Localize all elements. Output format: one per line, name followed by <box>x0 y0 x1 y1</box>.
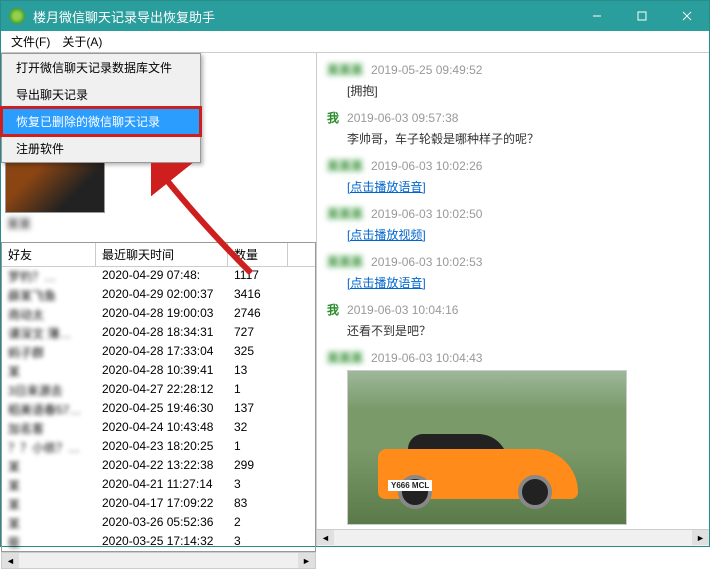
table-row[interactable]: 加名客2020-04-24 10:43:4832 <box>2 419 315 438</box>
table-header: 好友 最近聊天时间 数量 <box>2 243 315 267</box>
message-image[interactable]: Y666 MCL <box>347 370 627 525</box>
message-sender: 某某某 <box>327 253 363 270</box>
media-link[interactable]: [点击播放语音] <box>347 276 426 290</box>
chat-panel[interactable]: 某某某 2019-05-25 09:49:52 [拥抱] 我 2019-06-03 09… <box>317 53 709 546</box>
menu-item-recover-deleted[interactable]: 恢复已删除的微信聊天记录 <box>2 108 200 135</box>
message-sender: 某某某 <box>327 157 363 174</box>
table-row[interactable]: 某2020-04-22 13:22:38299 <box>2 457 315 476</box>
message-time: 2019-06-03 10:02:53 <box>371 255 482 269</box>
table-row[interactable]: 稻美语春57…2020-04-25 19:46:30137 <box>2 400 315 419</box>
table-row[interactable]: 商动太2020-04-28 19:00:032746 <box>2 305 315 324</box>
contact-name-label: 某某 <box>5 213 312 234</box>
table-row[interactable]: 3日来源去2020-04-27 22:28:121 <box>2 381 315 400</box>
message-time: 2019-06-03 09:57:38 <box>347 111 458 125</box>
message-time: 2019-06-03 10:02:50 <box>371 207 482 221</box>
message-time: 2019-06-03 10:04:43 <box>371 351 482 365</box>
titlebar: 楼月微信聊天记录导出恢复助手 <box>1 1 709 31</box>
right-horizontal-scrollbar[interactable]: ◄ ► <box>317 529 709 546</box>
table-body[interactable]: 罗钓？…2020-04-29 07:48:1117薛某飞鱼2020-04-29 … <box>2 267 315 552</box>
table-row[interactable]: 某2020-04-21 11:27:143 <box>2 476 315 495</box>
message-time: 2019-06-03 10:02:26 <box>371 159 482 173</box>
menu-item-register[interactable]: 注册软件 <box>2 135 200 162</box>
message-text: 李帅哥，车子轮毂是哪种样子的呢？ <box>327 130 699 147</box>
header-count[interactable]: 数量 <box>228 243 288 266</box>
table-row[interactable]: 某2020-03-26 05:52:362 <box>2 514 315 533</box>
left-panel: 打开微信聊天记录数据库文件 导出聊天记录 恢复已删除的微信聊天记录 注册软件 某… <box>1 53 317 546</box>
close-button[interactable] <box>664 1 709 31</box>
chat-message: 某某某 2019-06-03 10:02:53 [点击播放语音] <box>327 253 699 291</box>
menu-item-open-db[interactable]: 打开微信聊天记录数据库文件 <box>2 54 200 81</box>
message-sender: 某某某 <box>327 205 363 222</box>
message-sender: 我 <box>327 109 339 126</box>
maximize-button[interactable] <box>619 1 664 31</box>
message-sender: 某某某 <box>327 349 363 366</box>
menu-file[interactable]: 文件(F) <box>5 31 56 52</box>
table-row[interactable]: 薛某飞鱼2020-04-29 02:00:373416 <box>2 286 315 305</box>
table-row[interactable]: 课深文 薄…2020-04-28 18:34:31727 <box>2 324 315 343</box>
media-link[interactable]: [点击播放语音] <box>347 180 426 194</box>
table-row[interactable]: 某2020-04-17 17:09:2283 <box>2 495 315 514</box>
header-time[interactable]: 最近聊天时间 <box>96 243 228 266</box>
chat-message: 我 2019-06-03 10:04:16 还看不到是吧？ <box>327 301 699 339</box>
message-time: 2019-06-03 10:04:16 <box>347 303 458 317</box>
scroll-left-icon[interactable]: ◄ <box>2 553 19 568</box>
table-row[interactable]: 罗钓？…2020-04-29 07:48:1117 <box>2 267 315 286</box>
app-icon <box>9 8 25 24</box>
menu-item-export[interactable]: 导出聊天记录 <box>2 81 200 108</box>
scroll-left-icon[interactable]: ◄ <box>317 530 334 545</box>
table-row[interactable]: 筱2020-03-25 17:14:323 <box>2 533 315 552</box>
menu-about[interactable]: 关于(A) <box>56 31 108 52</box>
table-row[interactable]: 某2020-04-28 10:39:4113 <box>2 362 315 381</box>
contacts-table: 好友 最近聊天时间 数量 罗钓？…2020-04-29 07:48:1117薛某… <box>1 242 316 552</box>
scroll-right-icon[interactable]: ► <box>298 553 315 568</box>
chat-message: 某某某 2019-05-25 09:49:52 [拥抱] <box>327 61 699 99</box>
chat-message: 我 2019-06-03 09:57:38 李帅哥，车子轮毂是哪种样子的呢？ <box>327 109 699 147</box>
window-title: 楼月微信聊天记录导出恢复助手 <box>33 7 574 26</box>
chat-message: 某某某 2019-06-03 10:04:43 Y666 MCL <box>327 349 699 525</box>
message-sender: 某某某 <box>327 61 363 78</box>
message-sender: 我 <box>327 301 339 318</box>
left-horizontal-scrollbar[interactable]: ◄ ► <box>1 552 316 569</box>
media-link[interactable]: [点击播放视频] <box>347 228 426 242</box>
message-text: [拥抱] <box>327 82 699 99</box>
message-text: 还看不到是吧？ <box>327 322 699 339</box>
file-dropdown-menu: 打开微信聊天记录数据库文件 导出聊天记录 恢复已删除的微信聊天记录 注册软件 <box>1 53 201 163</box>
table-row[interactable]: 蚂子群2020-04-28 17:33:04325 <box>2 343 315 362</box>
table-row[interactable]: ？？小侬？…2020-04-23 18:20:251 <box>2 438 315 457</box>
chat-message: 某某某 2019-06-03 10:02:26 [点击播放语音] <box>327 157 699 195</box>
scroll-right-icon[interactable]: ► <box>692 530 709 545</box>
minimize-button[interactable] <box>574 1 619 31</box>
menubar: 文件(F) 关于(A) <box>1 31 709 53</box>
message-time: 2019-05-25 09:49:52 <box>371 63 482 77</box>
header-friend[interactable]: 好友 <box>2 243 96 266</box>
chat-message: 某某某 2019-06-03 10:02:50 [点击播放视频] <box>327 205 699 243</box>
